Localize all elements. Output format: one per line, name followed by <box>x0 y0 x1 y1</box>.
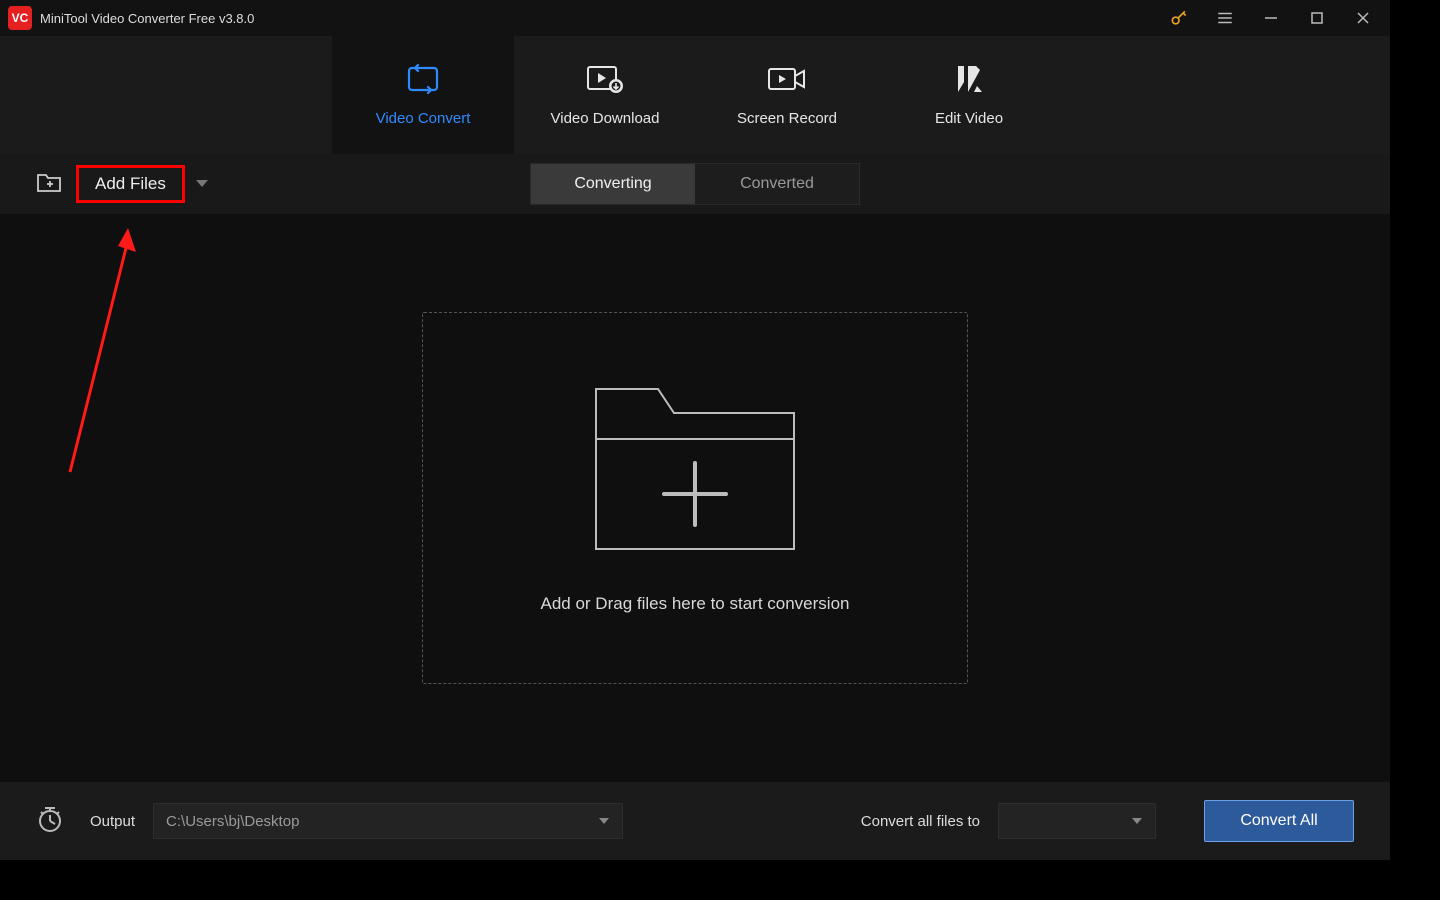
convert-all-button[interactable]: Convert All <box>1204 800 1354 842</box>
tab-video-convert[interactable]: Video Convert <box>332 36 514 154</box>
add-files-button[interactable]: Add Files <box>76 165 185 203</box>
chevron-down-icon <box>598 817 610 825</box>
action-bar: Add Files Converting Converted <box>0 154 1390 214</box>
segment-converted[interactable]: Converted <box>695 164 859 204</box>
timer-icon[interactable] <box>36 805 64 838</box>
bottom-bar: Output C:\Users\bj\Desktop Convert all f… <box>0 782 1390 860</box>
menu-icon[interactable] <box>1202 0 1248 36</box>
add-folder-icon[interactable] <box>36 171 62 198</box>
maximize-button[interactable] <box>1294 0 1340 36</box>
record-icon <box>767 64 807 94</box>
format-combo[interactable] <box>998 803 1156 839</box>
convert-icon <box>405 64 441 94</box>
tab-label: Video Download <box>551 110 660 127</box>
tab-label: Edit Video <box>935 110 1003 127</box>
tab-video-download[interactable]: Video Download <box>514 36 696 154</box>
workspace: Add or Drag files here to start conversi… <box>0 214 1390 782</box>
add-files-group: Add Files <box>0 154 209 214</box>
close-button[interactable] <box>1340 0 1386 36</box>
tab-label: Screen Record <box>737 110 837 127</box>
tab-edit-video[interactable]: Edit Video <box>878 36 1060 154</box>
drop-zone[interactable]: Add or Drag files here to start conversi… <box>422 312 968 684</box>
window-title: MiniTool Video Converter Free v3.8.0 <box>40 11 254 26</box>
tab-screen-record[interactable]: Screen Record <box>696 36 878 154</box>
app-logo-icon: VC <box>8 6 32 30</box>
key-icon[interactable] <box>1156 0 1202 36</box>
annotation-arrow-icon <box>38 222 158 482</box>
tab-label: Video Convert <box>376 110 471 127</box>
download-icon <box>586 64 624 94</box>
output-label: Output <box>90 813 135 830</box>
segment-converting[interactable]: Converting <box>531 164 695 204</box>
convert-all-label: Convert all files to <box>861 813 980 830</box>
add-files-dropdown-icon[interactable] <box>195 175 209 193</box>
output-path-combo[interactable]: C:\Users\bj\Desktop <box>153 803 623 839</box>
app-window: VC MiniTool Video Converter Free v3.8.0 … <box>0 0 1390 860</box>
title-bar: VC MiniTool Video Converter Free v3.8.0 <box>0 0 1390 36</box>
minimize-button[interactable] <box>1248 0 1294 36</box>
main-nav: Video Convert Video Download Screen Reco… <box>0 36 1390 154</box>
drop-zone-text: Add or Drag files here to start conversi… <box>541 594 850 614</box>
output-path-value: C:\Users\bj\Desktop <box>166 813 299 830</box>
status-segment: Converting Converted <box>530 163 860 205</box>
edit-icon <box>954 64 984 94</box>
folder-plus-icon <box>590 383 800 560</box>
chevron-down-icon <box>1131 817 1143 825</box>
